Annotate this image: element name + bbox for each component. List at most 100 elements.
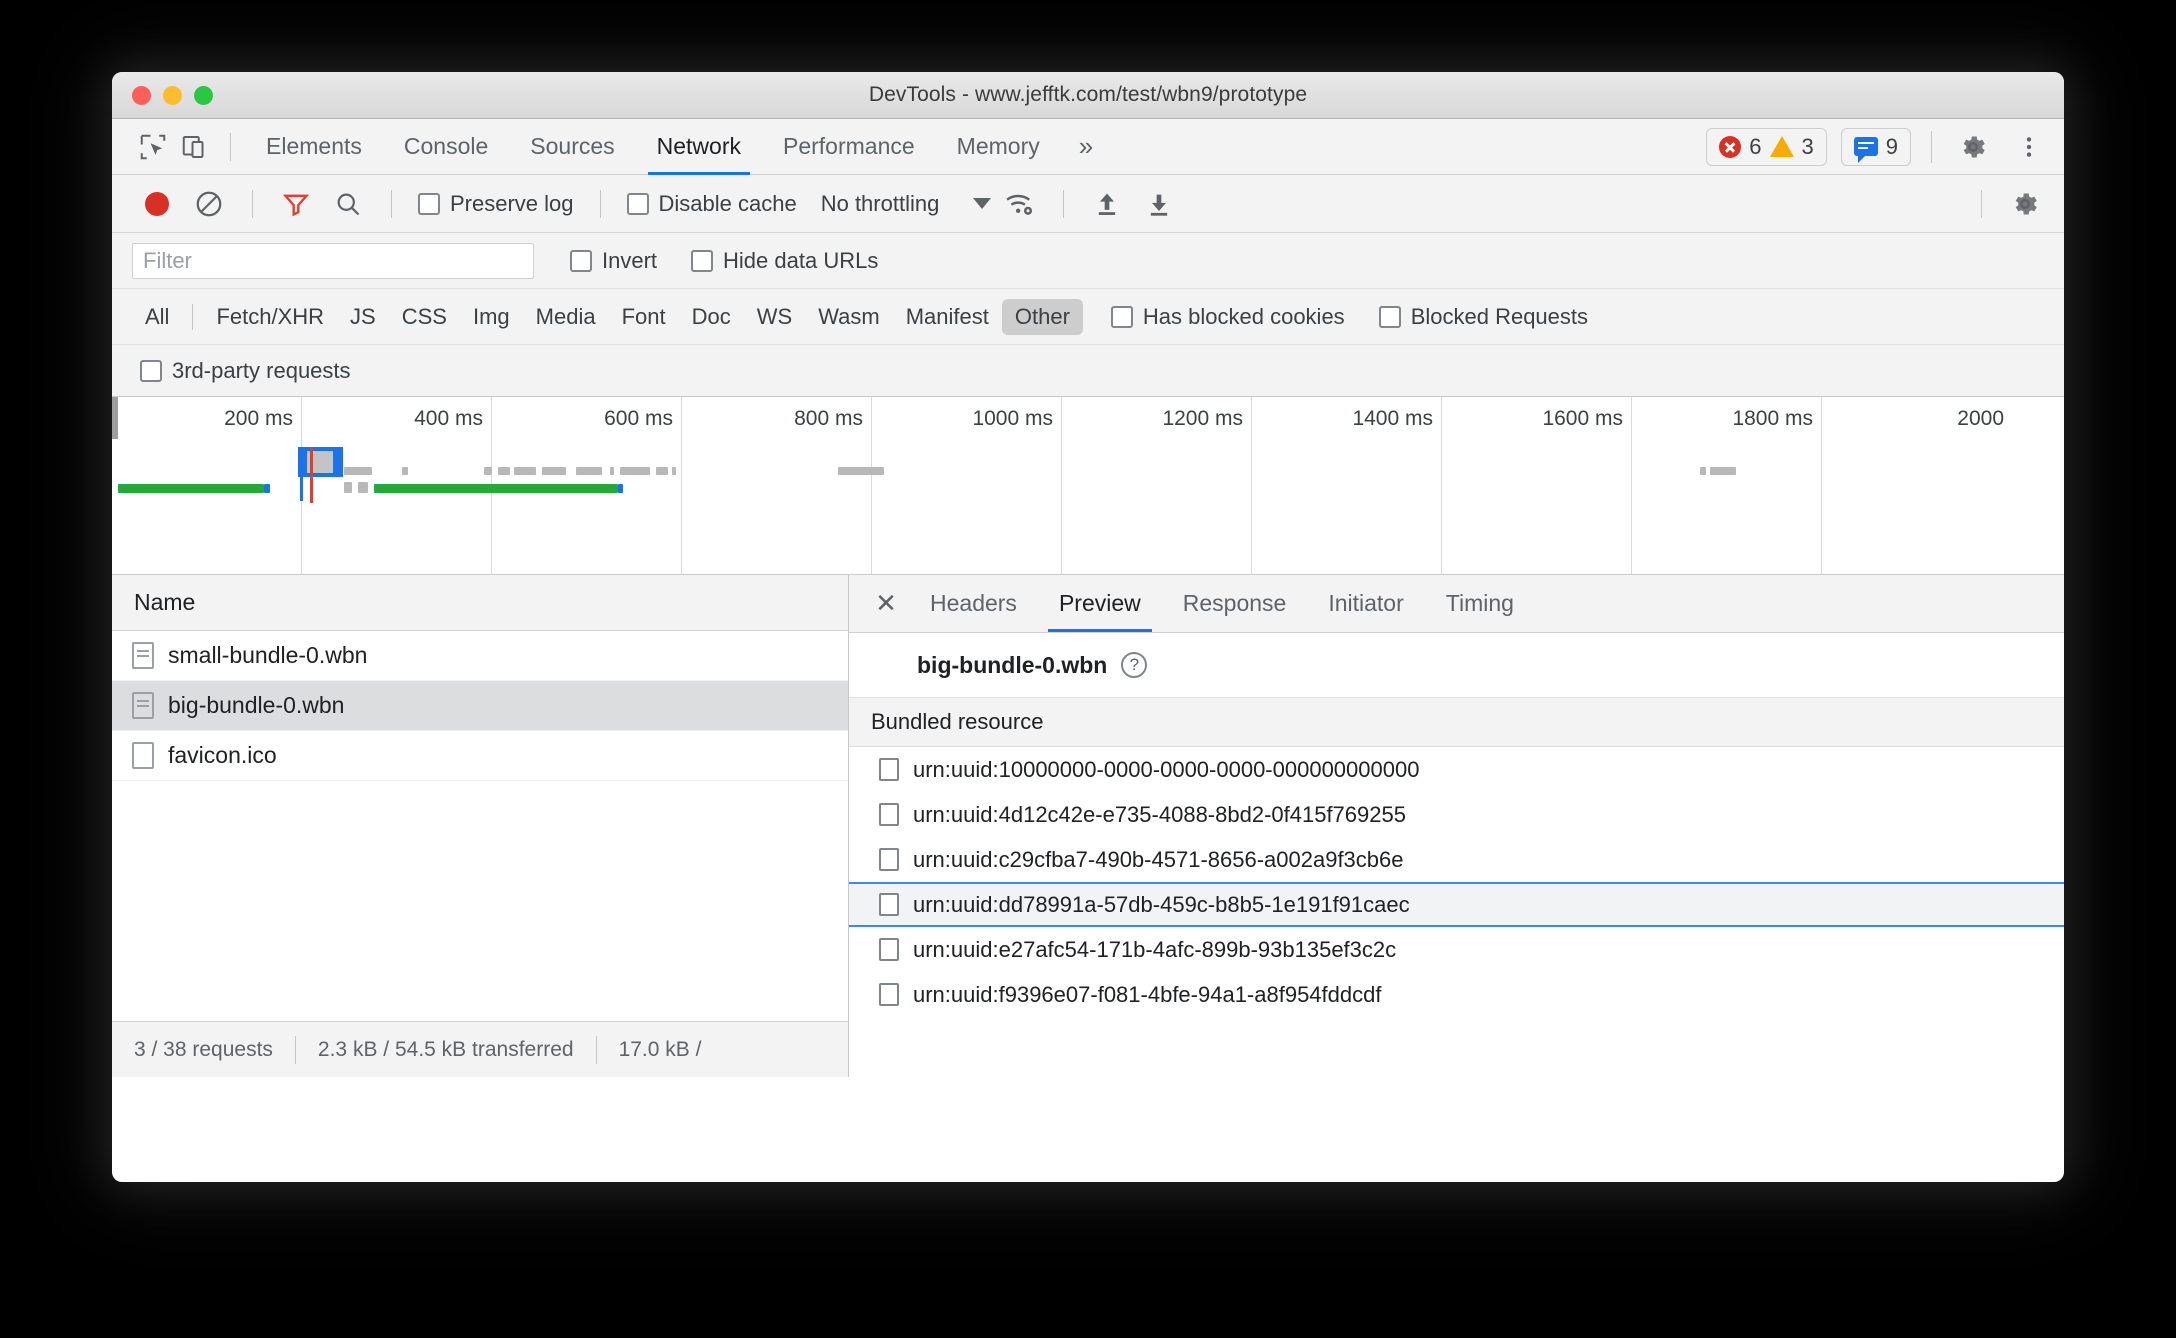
type-filter-js[interactable]: JS [337, 299, 389, 335]
resource-checkbox[interactable] [879, 803, 899, 826]
more-tabs-icon[interactable]: » [1061, 131, 1111, 162]
download-icon[interactable] [1136, 181, 1182, 227]
tick-label: 800 ms [794, 407, 863, 430]
checkbox-box [1110, 305, 1133, 328]
more-vertical-icon[interactable] [2008, 126, 2050, 168]
timeline-segment [576, 467, 602, 475]
resource-checkbox[interactable] [879, 893, 899, 916]
tab-label: Console [403, 133, 489, 159]
tab-performance[interactable]: Performance [762, 119, 936, 175]
tick-label: 1600 ms [1542, 407, 1623, 430]
resource-checkbox[interactable] [879, 983, 899, 1006]
wifi-settings-icon[interactable] [997, 181, 1043, 227]
table-row[interactable]: small-bundle-0.wbn [112, 631, 848, 681]
throttling-select[interactable]: No throttling [821, 191, 940, 217]
tab-sources[interactable]: Sources [509, 119, 635, 175]
has-blocked-cookies-label: Has blocked cookies [1142, 303, 1345, 329]
list-item[interactable]: urn:uuid:e27afc54-171b-4afc-899b-93b135e… [849, 927, 2064, 972]
clear-icon[interactable] [186, 181, 232, 227]
tab-timing[interactable]: Timing [1425, 575, 1535, 632]
inspect-element-icon[interactable] [132, 126, 174, 168]
request-list-header[interactable]: Name [112, 575, 848, 631]
filter-input[interactable]: Filter [132, 242, 534, 279]
preview-header: big-bundle-0.wbn ? [849, 633, 2064, 697]
list-item[interactable]: urn:uuid:f9396e07-f081-4bfe-94a1-a8f954f… [849, 972, 2064, 1017]
type-filter-css[interactable]: CSS [389, 299, 460, 335]
messages-badge[interactable]: 9 [1840, 127, 1911, 166]
error-icon [1719, 135, 1742, 158]
list-item[interactable]: urn:uuid:10000000-0000-0000-0000-0000000… [849, 747, 2064, 792]
preserve-log-checkbox[interactable]: Preserve log [412, 191, 580, 217]
type-filter-all[interactable]: All [132, 299, 182, 335]
resource-checkbox[interactable] [879, 758, 899, 781]
hide-data-urls-checkbox[interactable]: Hide data URLs [685, 248, 884, 274]
timeline-segment [672, 467, 676, 475]
type-filter-font[interactable]: Font [609, 299, 679, 335]
request-list-pane: Name small-bundle-0.wbn big-bundle-0.wbn… [112, 575, 849, 1077]
has-blocked-cookies-checkbox[interactable]: Has blocked cookies [1105, 304, 1351, 330]
tab-preview[interactable]: Preview [1038, 575, 1162, 632]
close-icon[interactable]: ✕ [863, 575, 909, 632]
bundled-resource-list: urn:uuid:10000000-0000-0000-0000-0000000… [849, 747, 2064, 1017]
resource-checkbox[interactable] [879, 938, 899, 961]
resource-urn: urn:uuid:4d12c42e-e735-4088-8bd2-0f415f7… [913, 801, 1406, 827]
checkbox-box [691, 249, 714, 272]
upload-icon[interactable] [1084, 181, 1130, 227]
search-icon[interactable] [325, 181, 371, 227]
gear-icon[interactable] [1952, 126, 1994, 168]
list-item[interactable]: urn:uuid:4d12c42e-e735-4088-8bd2-0f415f7… [849, 792, 2064, 837]
third-party-requests-label: 3rd-party requests [172, 357, 351, 383]
tab-memory[interactable]: Memory [936, 119, 1061, 175]
type-filter-img[interactable]: Img [460, 299, 523, 335]
type-filter-wasm[interactable]: Wasm [805, 299, 893, 335]
document-icon [132, 642, 154, 669]
type-filter-ws[interactable]: WS [744, 299, 805, 335]
network-settings-gear-icon[interactable] [2002, 181, 2048, 227]
timeline-segment [620, 467, 650, 475]
tab-network[interactable]: Network [636, 119, 762, 175]
tab-elements[interactable]: Elements [245, 119, 383, 175]
resource-type-filters: All Fetch/XHR JS CSS Img Media Font Doc … [112, 289, 2064, 345]
transferred-size: 2.3 kB / 54.5 kB transferred [317, 1037, 574, 1061]
filter-funnel-icon[interactable] [273, 181, 319, 227]
tick-label: 200 ms [224, 407, 293, 430]
record-icon[interactable] [134, 181, 180, 227]
type-filter-fetchxhr[interactable]: Fetch/XHR [203, 299, 337, 335]
issues-badge[interactable]: 6 3 [1706, 127, 1827, 166]
message-icon [1853, 137, 1878, 163]
tab-initiator[interactable]: Initiator [1307, 575, 1424, 632]
disable-cache-label: Disable cache [658, 190, 797, 216]
status-divider [294, 1035, 296, 1064]
tick-label: 1000 ms [972, 407, 1053, 430]
device-toolbar-icon[interactable] [174, 126, 216, 168]
checkbox-box [1378, 305, 1401, 328]
disable-cache-checkbox[interactable]: Disable cache [621, 191, 803, 217]
invert-checkbox[interactable]: Invert [564, 248, 663, 274]
request-name: small-bundle-0.wbn [168, 642, 368, 668]
document-icon [132, 692, 154, 719]
table-row[interactable]: big-bundle-0.wbn [112, 681, 848, 731]
tab-label: Sources [530, 133, 615, 159]
resource-urn: urn:uuid:10000000-0000-0000-0000-0000000… [913, 756, 1420, 782]
type-filter-manifest[interactable]: Manifest [893, 299, 1002, 335]
blocked-requests-checkbox[interactable]: Blocked Requests [1373, 304, 1594, 330]
tab-headers[interactable]: Headers [909, 575, 1038, 632]
list-item[interactable]: urn:uuid:c29cfba7-490b-4571-8656-a002a9f… [849, 837, 2064, 882]
timeline-segment [610, 467, 614, 475]
chevron-down-icon[interactable] [973, 198, 992, 209]
timeline-bar [618, 484, 623, 493]
checkbox-box [418, 192, 440, 215]
help-circle-icon[interactable]: ? [1121, 652, 1148, 678]
type-filter-doc[interactable]: Doc [679, 299, 744, 335]
list-item[interactable]: urn:uuid:dd78991a-57db-459c-b8b5-1e191f9… [849, 882, 2064, 927]
badge-divider [1931, 130, 1932, 163]
network-overview-timeline[interactable]: 200 ms 400 ms 600 ms 800 ms 1000 ms 1200… [112, 397, 2064, 575]
type-filter-media[interactable]: Media [523, 299, 609, 335]
third-party-requests-checkbox[interactable]: 3rd-party requests [134, 358, 357, 384]
tab-response[interactable]: Response [1162, 575, 1308, 632]
resource-checkbox[interactable] [879, 848, 899, 871]
timeline-segment [1710, 467, 1736, 475]
table-row[interactable]: favicon.ico [112, 731, 848, 781]
type-filter-other[interactable]: Other [1001, 298, 1083, 335]
tab-console[interactable]: Console [383, 119, 509, 175]
